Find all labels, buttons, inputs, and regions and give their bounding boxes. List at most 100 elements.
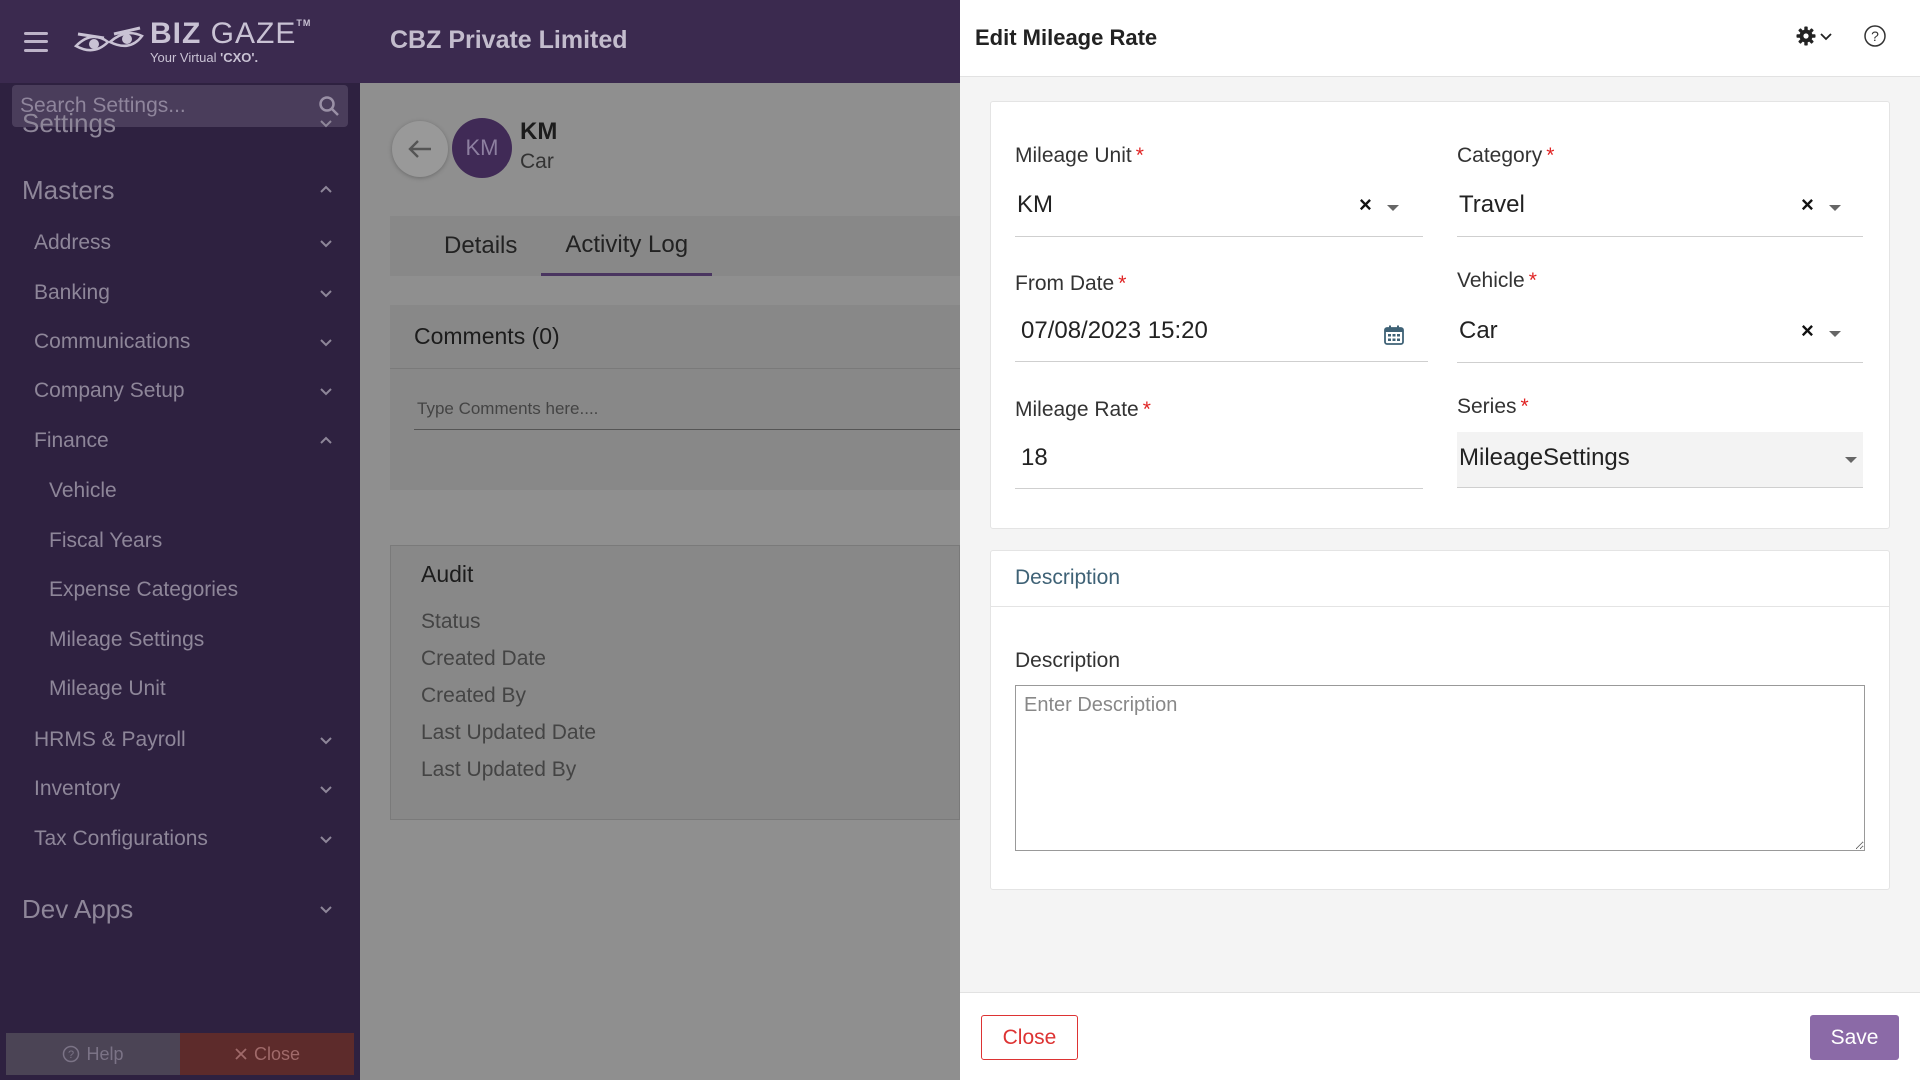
mileage-rate-label: Mileage Rate * xyxy=(1015,398,1151,421)
vehicle-dropdown-icon[interactable] xyxy=(1829,331,1841,337)
help-icon[interactable]: ? xyxy=(1863,24,1887,48)
sidebar-item-mileage-settings[interactable]: Mileage Settings xyxy=(0,622,360,658)
tagline-prefix: Your Virtual xyxy=(150,50,221,65)
record-subtitle: Car xyxy=(520,150,554,173)
audit-field: Last Updated By xyxy=(421,758,577,781)
mileage-rate-input[interactable]: 18 xyxy=(1021,444,1048,472)
svg-text:?: ? xyxy=(1871,28,1879,44)
sidebar-item-vehicle[interactable]: Vehicle xyxy=(0,473,360,509)
tab-details[interactable]: Details xyxy=(420,216,541,276)
vehicle-select[interactable]: Car xyxy=(1459,317,1498,345)
category-label: Category * xyxy=(1457,144,1555,167)
comments-section: Comments (0) Type Comments here.... xyxy=(390,305,960,490)
vehicle-label: Vehicle * xyxy=(1457,269,1537,292)
mileage-rate-form: Mileage Unit * KM × Category * Travel × Fr… xyxy=(990,101,1890,529)
sidebar-item-label: Masters xyxy=(22,174,115,205)
series-dropdown-icon[interactable] xyxy=(1845,457,1857,463)
vehicle-clear-icon[interactable]: × xyxy=(1801,318,1814,344)
back-button[interactable] xyxy=(392,121,448,177)
divider xyxy=(1457,362,1863,363)
mileage-unit-label: Mileage Unit * xyxy=(1015,144,1144,167)
logo-eyes-icon xyxy=(74,26,144,51)
sidebar-item-dev-apps[interactable]: Dev Apps xyxy=(0,889,360,929)
brand-name-bold: BIZ xyxy=(150,17,202,50)
close-icon xyxy=(235,1048,247,1060)
chevron-down-icon xyxy=(320,737,332,745)
sidebar-item-label: Tax Configurations xyxy=(34,827,208,850)
calendar-icon[interactable] xyxy=(1383,324,1405,346)
audit-section: Audit Status Created Date Created By Las… xyxy=(390,545,960,820)
sidebar-item-label: Banking xyxy=(34,281,110,304)
divider xyxy=(1457,236,1863,237)
series-label: Series * xyxy=(1457,395,1529,418)
comment-input[interactable]: Type Comments here.... xyxy=(414,389,960,430)
sidebar-footer: ? Help Close xyxy=(6,1033,354,1075)
sidebar-item-mileage-unit[interactable]: Mileage Unit xyxy=(0,671,360,707)
sidebar-item-communications[interactable]: Communications xyxy=(0,324,360,360)
trademark: TM xyxy=(296,18,312,28)
mileage-unit-clear-icon[interactable]: × xyxy=(1359,192,1372,218)
panel-footer: Close Save xyxy=(960,992,1920,1080)
chevron-down-icon xyxy=(1820,33,1832,41)
category-dropdown-icon[interactable] xyxy=(1829,205,1841,211)
tab-activity-log[interactable]: Activity Log xyxy=(541,216,713,276)
chevron-up-icon xyxy=(320,436,332,444)
sidebar-item-settings[interactable]: Settings xyxy=(0,103,360,143)
audit-field: Status xyxy=(421,610,481,633)
from-date-input[interactable]: 07/08/2023 15:20 xyxy=(1021,317,1208,345)
sidebar-item-label: Settings xyxy=(22,107,116,138)
sidebar-item-label: Inventory xyxy=(34,777,121,800)
description-label: Description xyxy=(1015,649,1121,672)
close-button[interactable]: Close xyxy=(981,1015,1078,1060)
description-section-header[interactable]: Description xyxy=(991,551,1889,607)
sidebar-item-label: Dev Apps xyxy=(22,893,134,924)
record-title: KM xyxy=(520,118,558,145)
hamburger-menu-icon[interactable] xyxy=(24,31,48,52)
arrow-left-icon xyxy=(408,140,431,158)
sidebar-item-company-setup[interactable]: Company Setup xyxy=(0,373,360,409)
divider xyxy=(1015,236,1423,237)
sidebar-help-button[interactable]: ? Help xyxy=(6,1033,180,1075)
sidebar-item-fiscal-years[interactable]: Fiscal Years xyxy=(0,523,360,559)
settings-sidebar: Settings Masters Address Banking Communicati… xyxy=(0,83,360,1080)
sidebar-item-expense-categories[interactable]: Expense Categories xyxy=(0,572,360,608)
edit-mileage-rate-panel: Edit Mileage Rate ? Mileage Unit * KM × C… xyxy=(960,0,1920,1080)
avatar: KM xyxy=(452,118,512,178)
mileage-unit-dropdown-icon[interactable] xyxy=(1387,205,1399,211)
comments-title: Comments (0) xyxy=(390,305,960,369)
sidebar-item-banking[interactable]: Banking xyxy=(0,275,360,311)
chevron-down-icon xyxy=(320,388,332,396)
chevron-up-icon xyxy=(320,185,332,193)
description-textarea[interactable] xyxy=(1015,685,1865,851)
gear-icon xyxy=(1796,26,1816,46)
audit-field: Created Date xyxy=(421,647,546,670)
sidebar-item-label: Expense Categories xyxy=(49,578,239,601)
save-button[interactable]: Save xyxy=(1810,1015,1899,1060)
brand-name-regular: GAZE xyxy=(210,17,297,50)
panel-title: Edit Mileage Rate xyxy=(975,25,1158,50)
help-label: Help xyxy=(86,1043,124,1064)
chevron-down-icon xyxy=(320,339,332,347)
settings-menu-button[interactable] xyxy=(1796,26,1832,46)
sidebar-item-label: Communications xyxy=(34,330,191,353)
series-select[interactable]: MileageSettings xyxy=(1457,432,1863,488)
mileage-unit-select[interactable]: KM xyxy=(1017,191,1053,219)
sidebar-close-button[interactable]: Close xyxy=(180,1033,354,1075)
sidebar-item-address[interactable]: Address xyxy=(0,225,360,261)
sidebar-item-finance[interactable]: Finance xyxy=(0,423,360,459)
sidebar-item-label: Fiscal Years xyxy=(49,529,163,552)
sidebar-item-inventory[interactable]: Inventory xyxy=(0,771,360,807)
category-select[interactable]: Travel xyxy=(1459,191,1525,219)
divider xyxy=(1015,488,1423,489)
close-label: Close xyxy=(253,1043,301,1064)
sidebar-item-tax-configurations[interactable]: Tax Configurations xyxy=(0,821,360,857)
series-value: MileageSettings xyxy=(1459,444,1630,471)
sidebar-item-label: Vehicle xyxy=(49,479,117,502)
sidebar-item-hrms-payroll[interactable]: HRMS & Payroll xyxy=(0,722,360,758)
record-view: KM KM Car Details Activity Log Comments … xyxy=(360,83,960,1080)
audit-title: Audit xyxy=(421,561,474,587)
chevron-down-icon xyxy=(320,240,332,248)
category-clear-icon[interactable]: × xyxy=(1801,192,1814,218)
chevron-down-icon xyxy=(320,290,332,298)
sidebar-item-masters[interactable]: Masters xyxy=(0,170,360,210)
